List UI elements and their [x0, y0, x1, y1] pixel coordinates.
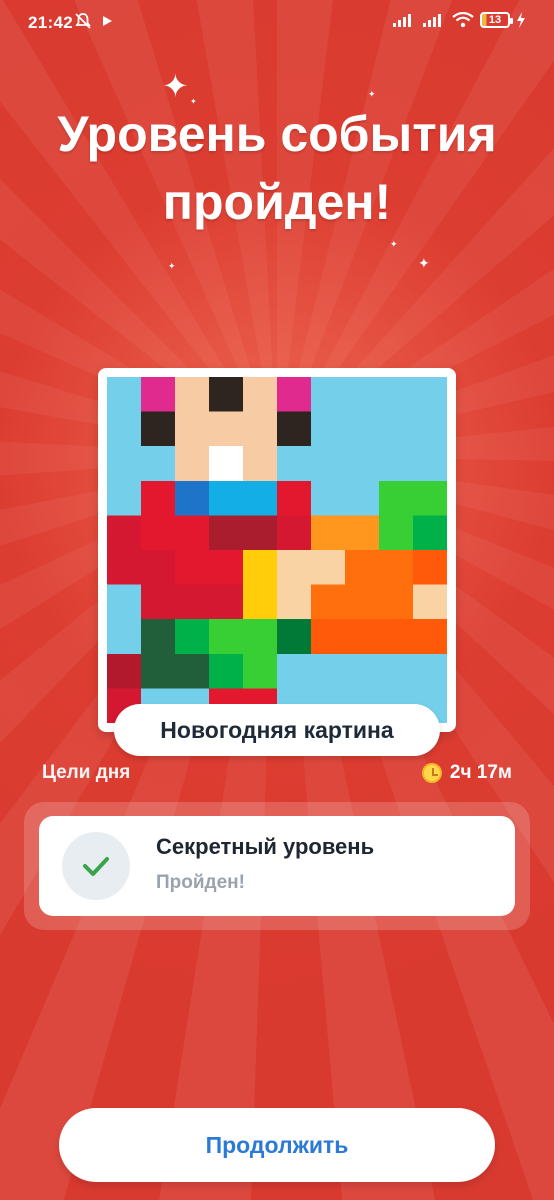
continue-button[interactable]: Продолжить — [59, 1108, 495, 1182]
title-line-2: пройден! — [162, 174, 392, 230]
play-icon — [103, 16, 112, 26]
event-complete-title: Уровень события пройден! — [0, 100, 554, 236]
title-line-1: Уровень события — [57, 106, 497, 162]
clock-icon — [421, 763, 442, 783]
checkmark-icon — [83, 857, 109, 876]
sparkle-icon: ✦ — [162, 68, 189, 104]
daily-goals-timer: 2ч 17м — [421, 762, 512, 784]
timer-text: 2ч 17м — [449, 762, 512, 783]
sparkle-icon: ✦ — [368, 89, 376, 99]
picture-title-badge: Новогодняя картина — [114, 704, 440, 756]
signal-icon — [423, 14, 441, 27]
goal-item: Секретный уровень Пройден! — [39, 816, 515, 916]
battery-icon: 13 — [480, 12, 513, 28]
goal-status: Пройден! — [156, 872, 245, 893]
bell-off-icon — [75, 13, 91, 29]
sparkle-icon: ✦ — [168, 261, 176, 271]
goal-title: Секретный уровень — [156, 834, 375, 859]
wifi-icon — [452, 12, 474, 28]
battery-level: 13 — [488, 14, 502, 26]
picture-title: Новогодняя картина — [160, 716, 394, 743]
daily-goals-title: Цели дня — [42, 762, 131, 783]
picture-frame — [98, 368, 456, 732]
sparkle-icon: ✦ — [418, 255, 430, 271]
charging-icon — [517, 12, 525, 28]
status-time: 21:42 — [28, 13, 73, 32]
sparkle-icon: ✦ — [390, 239, 398, 249]
signal-icon — [393, 14, 411, 27]
pixel-art-image — [107, 377, 447, 723]
status-bar: 21:42 13 — [0, 0, 554, 48]
goal-completed-badge — [62, 832, 130, 900]
